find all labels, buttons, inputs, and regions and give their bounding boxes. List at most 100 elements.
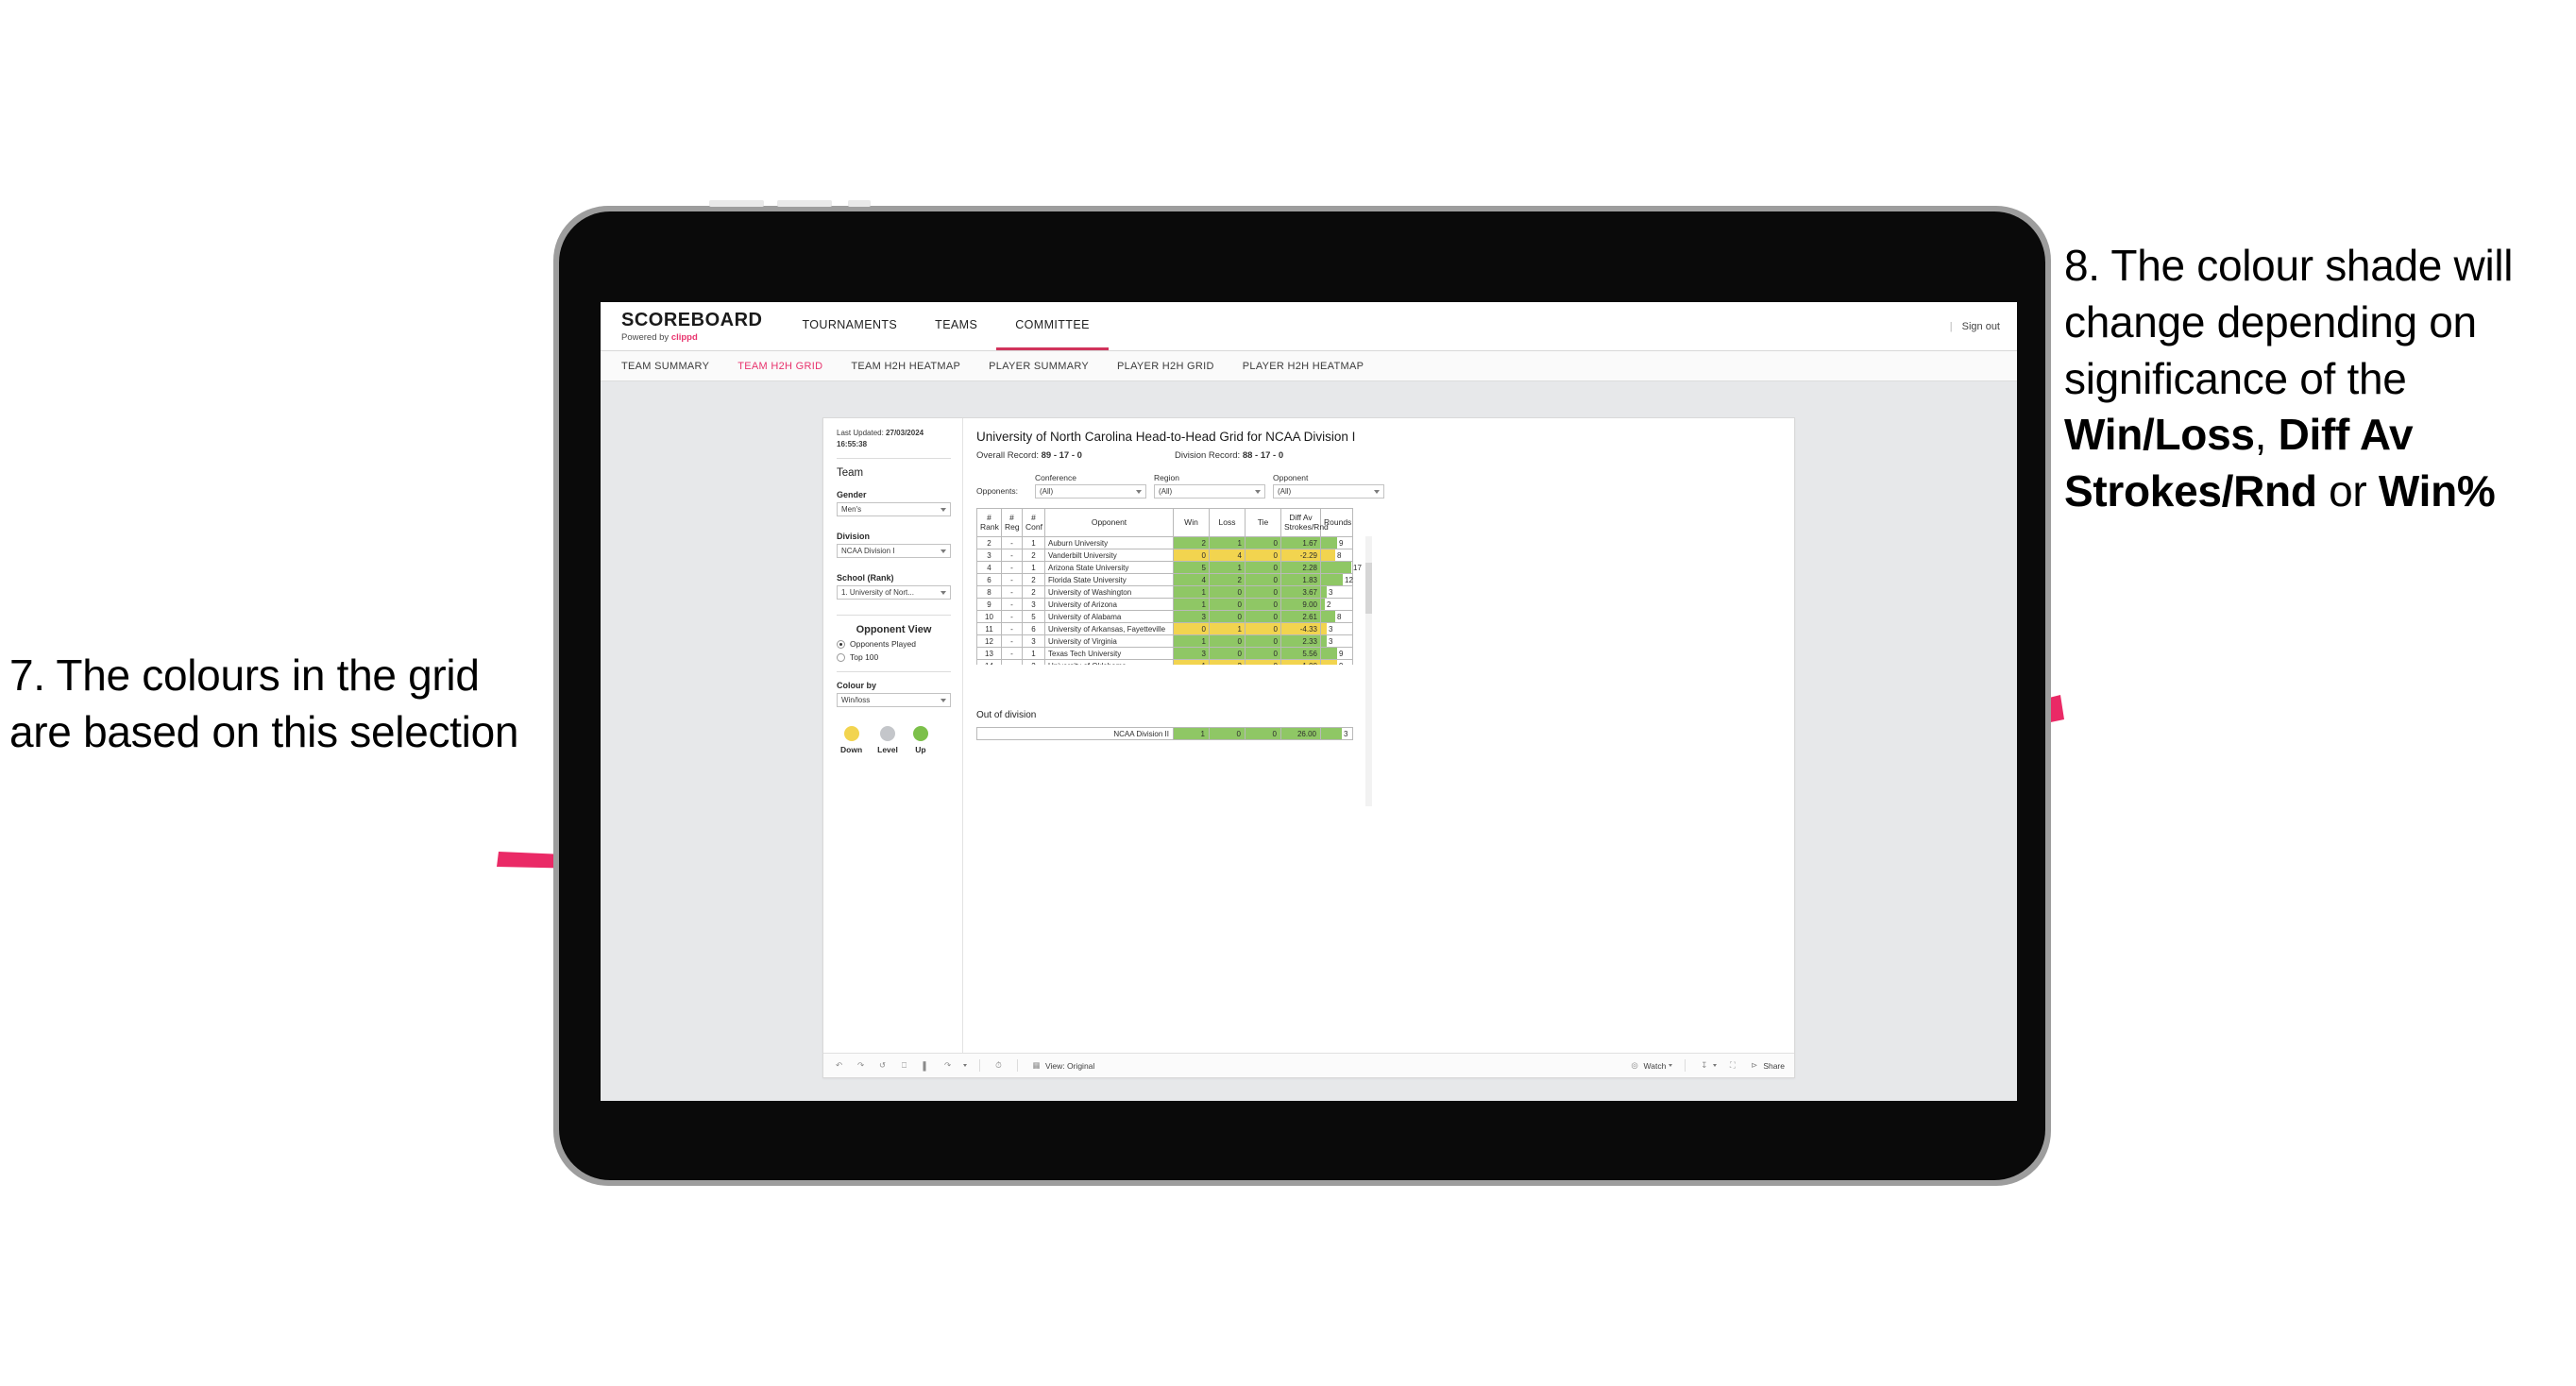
out-of-division-table: NCAA Division II 1 0 0 26.00 3 [976,727,1353,740]
nav-item-committee[interactable]: COMMITTEE [996,302,1109,350]
subnav-item-team-h2h-grid[interactable]: TEAM H2H GRID [737,361,822,372]
table-fade-overlay [976,665,1360,697]
cell-rank: 11 [976,622,1002,635]
radio-top-100[interactable]: Top 100 [837,652,951,662]
nav-item-tournaments[interactable]: TOURNAMENTS [783,302,916,350]
annotation-8-bold-winpct: Win% [2378,466,2496,516]
cell-loss: 2 [1209,573,1246,586]
legend-label-down: Down [840,745,863,755]
cell-loss: 0 [1209,647,1246,660]
cell-reg: - [1001,536,1023,549]
app-header: SCOREBOARD Powered by clippd TOURNAMENTS… [601,302,2017,351]
filter-panel: Last Updated: 27/03/2024 16:55:38 Team G… [823,418,963,1053]
table-row[interactable]: 10-5 University of Alabama 3 0 0 2.61 8 [976,610,1353,623]
grid-scrollbar-thumb[interactable] [1365,563,1372,614]
cell-reg: - [1001,585,1023,599]
grid-scrollbar[interactable] [1365,536,1372,806]
brand-logo[interactable]: SCOREBOARD Powered by clippd [601,302,783,350]
cell-diff-av-strokes: -2.29 [1280,549,1321,562]
table-row[interactable]: 11-6 University of Arkansas, Fayetteville… [976,622,1353,635]
colour-by-select-value: Win/loss [841,696,871,705]
fullscreen-icon[interactable]: ⛶ [1726,1059,1738,1072]
filter-gender: Gender Men's [837,490,951,517]
viz-body: Last Updated: 27/03/2024 16:55:38 Team G… [823,418,1794,1053]
subnav-item-player-h2h-grid[interactable]: PLAYER H2H GRID [1117,361,1214,372]
cell-rank: 3 [976,549,1002,562]
subnav-item-team-h2h-heatmap[interactable]: TEAM H2H HEATMAP [851,361,960,372]
table-row[interactable]: 8-2 University of Washington 1 0 0 3.67 3 [976,585,1353,599]
cell-opponent: Vanderbilt University [1044,549,1174,562]
table-row[interactable]: 12-3 University of Virginia 1 0 0 2.33 3 [976,634,1353,648]
revert-icon[interactable]: ↺ [876,1059,889,1072]
filter-region: Region (All) [1154,473,1265,499]
table-row[interactable]: 4-1 Arizona State University 5 1 0 2.28 17 [976,561,1362,574]
opponent-select-value: (All) [1278,487,1292,496]
cell-rank: 4 [976,561,1002,574]
gender-select-value: Men's [841,505,862,515]
table-row[interactable]: 2-1 Auburn University 2 1 0 1.67 9 [976,536,1353,549]
school-select[interactable]: 1. University of Nort... [837,585,951,600]
table-row[interactable]: 6-2 Florida State University 4 2 0 1.83 12 [976,573,1353,586]
cell-opponent: Texas Tech University [1044,647,1174,660]
pause-updates-icon[interactable]: ▌ [920,1059,932,1072]
table-row[interactable]: 3-2 Vanderbilt University 0 4 0 -2.29 8 [976,549,1353,562]
alerts-icon[interactable]: ↷ [941,1059,954,1072]
conference-select-value: (All) [1040,487,1054,496]
cell-opponent: University of Washington [1044,585,1174,599]
view-original-button[interactable]: ▦ View: Original [1030,1059,1094,1072]
brand-sub-prefix: Powered by [621,331,671,343]
subnav-item-player-h2h-heatmap[interactable]: PLAYER H2H HEATMAP [1243,361,1364,372]
cell-diff-av-strokes: 2.28 [1280,561,1321,574]
share-button[interactable]: ⊳ Share [1748,1059,1785,1072]
cell-out-tie: 0 [1245,727,1281,740]
opponent-label: Opponent [1273,473,1309,482]
radio-opponents-played[interactable]: Opponents Played [837,639,951,649]
watch-button[interactable]: ◎ Watch [1629,1059,1673,1072]
colour-by-select[interactable]: Win/loss [837,693,951,708]
cell-conf: 2 [1022,585,1045,599]
cell-loss: 0 [1209,598,1246,611]
chevron-down-icon [1136,489,1142,494]
gender-select[interactable]: Men's [837,502,951,517]
filter-opponent: Opponent (All) [1273,473,1384,499]
cell-opponent: Auburn University [1044,536,1174,549]
overall-record: Overall Record: 89 - 17 - 0 [976,450,1175,461]
opponents-label: Opponents: [976,486,1018,496]
radio-icon [837,639,845,649]
header-divider: | [1949,320,1953,332]
division-select[interactable]: NCAA Division I [837,544,951,559]
region-select[interactable]: (All) [1154,484,1265,499]
col-rounds: Rounds [1320,508,1353,537]
clock-icon[interactable]: ⏱ [992,1059,1005,1072]
divider [837,671,951,673]
subnav-item-team-summary[interactable]: TEAM SUMMARY [621,361,709,372]
rounds-value: 17 [1353,564,1362,572]
nav-item-teams[interactable]: TEAMS [916,302,996,350]
cell-out-rounds: 3 [1320,727,1353,740]
undo-icon[interactable]: ↶ [833,1059,845,1072]
out-of-division-row[interactable]: NCAA Division II 1 0 0 26.00 3 [976,727,1353,740]
refresh-icon[interactable]: ⎕ [898,1059,910,1072]
cell-loss: 1 [1209,622,1246,635]
filter-opponent-view: Opponent View Opponents Played Top 100 [837,624,951,662]
conference-select[interactable]: (All) [1035,484,1146,499]
chevron-down-icon [1255,489,1261,494]
redo-icon[interactable]: ↷ [855,1059,867,1072]
subnav-item-player-summary[interactable]: PLAYER SUMMARY [989,361,1089,372]
cell-win: 4 [1173,573,1210,586]
cell-tie: 0 [1245,561,1281,574]
toolbar-right: ◎ Watch ↧ ⛶ ⊳ Share [1629,1059,1785,1072]
table-row[interactable]: 13-1 Texas Tech University 3 0 0 5.56 9 [976,647,1353,660]
cell-rounds: 2 [1320,598,1353,611]
opponent-select[interactable]: (All) [1273,484,1384,499]
out-of-division-section: Out of division NCAA Division II 1 0 0 26.00… [976,710,1779,740]
region-label: Region [1154,473,1179,482]
chevron-down-icon[interactable] [963,1064,967,1067]
download-button[interactable]: ↧ [1698,1059,1718,1072]
viz-toolbar: ↶ ↷ ↺ ⎕ ▌ ↷ ⏱ ▦ View: Original ◎ Watch ↧… [823,1053,1794,1077]
divider [1017,1059,1018,1072]
opponent-filter-row: Opponents: Conference (All) Region (All)… [976,473,1779,499]
table-row[interactable]: 9-3 University of Arizona 1 0 0 9.00 2 [976,598,1353,611]
divider [837,458,951,460]
sign-out-link[interactable]: Sign out [1962,321,2000,332]
